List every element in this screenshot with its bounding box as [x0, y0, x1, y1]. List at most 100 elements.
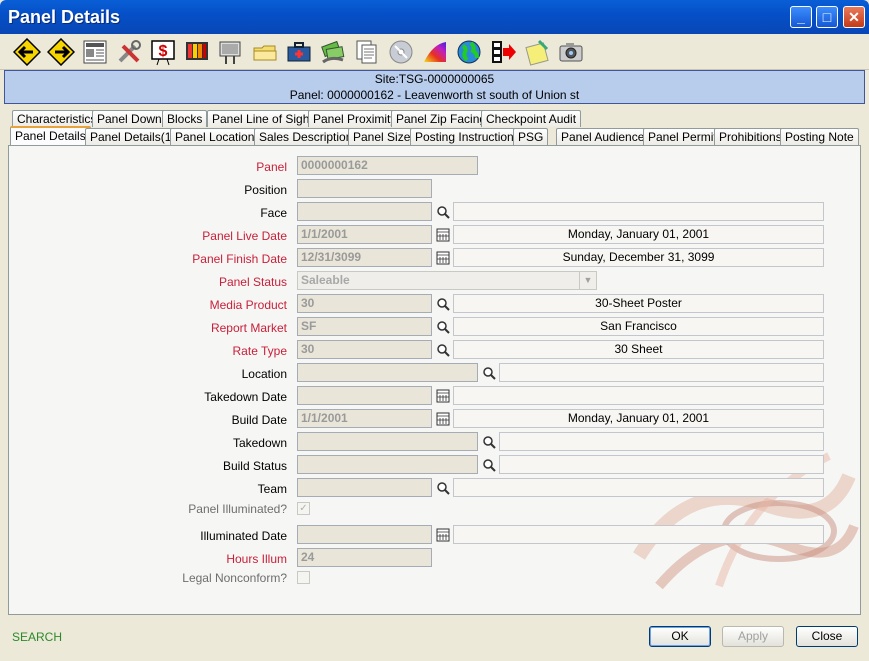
illuminated-checkbox[interactable]: ✓ — [297, 502, 310, 515]
billboard-icon[interactable] — [216, 37, 246, 67]
tools-icon[interactable] — [114, 37, 144, 67]
report-market-field[interactable]: SF — [297, 317, 432, 336]
location-field[interactable] — [297, 363, 478, 382]
team-field[interactable] — [297, 478, 432, 497]
takedown-date-calendar-icon[interactable] — [434, 386, 452, 405]
title-bar[interactable]: Panel Details _ □ ✕ — [0, 0, 869, 34]
team-search-icon[interactable] — [434, 478, 452, 497]
legal-nonconform-checkbox[interactable] — [297, 571, 310, 584]
live-date-calendar-icon[interactable] — [434, 225, 452, 244]
chevron-down-icon[interactable]: ▼ — [579, 272, 596, 289]
close-button[interactable]: Close — [796, 626, 858, 647]
build-status-search-icon[interactable] — [480, 455, 498, 474]
illuminated-date-calendar-icon[interactable] — [434, 525, 452, 544]
panel-details-form: Panel 0000000162 Position Face Panel Liv… — [8, 145, 861, 615]
medical-kit-icon[interactable] — [284, 37, 314, 67]
tab-panel-location[interactable]: Panel Location — [170, 128, 260, 145]
status-label: Panel Status — [218, 275, 287, 289]
status-selected-value: Saleable — [301, 273, 350, 287]
illuminated-date-field[interactable] — [297, 525, 432, 544]
status-select[interactable]: Saleable ▼ — [297, 271, 597, 290]
build-date-calendar-icon[interactable] — [434, 409, 452, 428]
tab-panel-permit[interactable]: Panel Permit — [643, 128, 722, 145]
takedown-search-icon[interactable] — [480, 432, 498, 451]
tab-sales-description[interactable]: Sales Description — [254, 128, 358, 145]
takedown-description — [499, 432, 824, 451]
tab-panel-line-of-sight[interactable]: Panel Line of Sight — [207, 110, 318, 127]
tab-posting-note[interactable]: Posting Note — [780, 128, 859, 145]
face-field[interactable] — [297, 202, 432, 221]
takedown-field[interactable] — [297, 432, 478, 451]
rate-type-description: 30 Sheet — [453, 340, 824, 359]
tab-panel-size[interactable]: Panel Size — [348, 128, 416, 145]
face-label: Face — [260, 206, 287, 220]
notepad-icon[interactable] — [522, 37, 552, 67]
toolbar: $ — [0, 34, 869, 70]
minimize-button[interactable]: _ — [790, 6, 812, 28]
build-status-field[interactable] — [297, 455, 478, 474]
build-date-description: Monday, January 01, 2001 — [453, 409, 824, 428]
tab-posting-instructions[interactable]: Posting Instructions — [410, 128, 525, 145]
tab-panel-details[interactable]: Panel Details — [10, 126, 91, 145]
color-gradient-icon[interactable] — [420, 37, 450, 67]
rate-type-field[interactable]: 30 — [297, 340, 432, 359]
takedown-date-field[interactable] — [297, 386, 432, 405]
site-panel-header: Site:TSG-0000000065 Panel: 0000000162 - … — [4, 70, 865, 104]
tab-panel-details-1[interactable]: Panel Details(1) — [85, 128, 181, 145]
position-field[interactable] — [297, 179, 432, 198]
folder-icon[interactable] — [250, 37, 280, 67]
location-description — [499, 363, 824, 382]
live-date-label: Panel Live Date — [202, 229, 287, 243]
cash-hand-icon[interactable] — [318, 37, 348, 67]
close-window-button[interactable]: ✕ — [843, 6, 865, 28]
report-market-label: Report Market — [210, 321, 287, 335]
build-date-label: Build Date — [231, 413, 287, 427]
tab-characteristics[interactable]: Characteristics — [12, 110, 102, 127]
rate-type-search-icon[interactable] — [434, 340, 452, 359]
media-product-description: 30-Sheet Poster — [453, 294, 824, 313]
tab-psg[interactable]: PSG — [513, 128, 549, 145]
tab-prohibitions[interactable]: Prohibitions — [714, 128, 787, 145]
ok-button[interactable]: OK — [649, 626, 711, 647]
legal-nonconform-label: Legal Nonconform? — [182, 571, 287, 585]
finish-date-calendar-icon[interactable] — [434, 248, 452, 267]
hours-illum-label: Hours Illum — [226, 552, 287, 566]
report-market-description: San Francisco — [453, 317, 824, 336]
live-date-description: Monday, January 01, 2001 — [453, 225, 824, 244]
forward-arrow-icon[interactable] — [46, 37, 76, 67]
panel-field[interactable]: 0000000162 — [297, 156, 478, 175]
location-search-icon[interactable] — [480, 363, 498, 382]
tab-panel-audience[interactable]: Panel Audience — [556, 128, 650, 145]
tab-blocks[interactable]: Blocks — [162, 110, 208, 127]
report-market-search-icon[interactable] — [434, 317, 452, 336]
media-product-field[interactable]: 30 — [297, 294, 432, 313]
takedown-label: Takedown — [232, 436, 287, 450]
face-search-icon[interactable] — [434, 202, 452, 221]
film-exit-icon[interactable] — [488, 37, 518, 67]
live-date-field[interactable]: 1/1/2001 — [297, 225, 432, 244]
site-label: Site:TSG-0000000065 — [374, 72, 495, 86]
money-icon[interactable]: $ — [148, 37, 178, 67]
camera-icon[interactable] — [556, 37, 586, 67]
documents-icon[interactable] — [352, 37, 382, 67]
maximize-button[interactable]: □ — [816, 6, 838, 28]
media-product-search-icon[interactable] — [434, 294, 452, 313]
tab-panel-proximity[interactable]: Panel Proximity — [308, 110, 402, 127]
build-date-field[interactable]: 1/1/2001 — [297, 409, 432, 428]
hours-illum-field[interactable]: 24 — [297, 548, 432, 567]
tab-checkpoint-audit[interactable]: Checkpoint Audit — [481, 110, 582, 127]
globe-icon[interactable] — [454, 37, 484, 67]
apply-button[interactable]: Apply — [722, 626, 784, 647]
takedown-date-description — [453, 386, 824, 405]
tab-panel-down[interactable]: Panel Down — [92, 110, 167, 127]
tab-panel-zip-facing[interactable]: Panel Zip Facing — [391, 110, 492, 127]
color-swatches-icon[interactable] — [182, 37, 212, 67]
illuminated-date-description — [453, 525, 824, 544]
disc-icon[interactable] — [386, 37, 416, 67]
rate-type-label: Rate Type — [232, 344, 287, 358]
newspaper-icon[interactable] — [80, 37, 110, 67]
face-description — [453, 202, 824, 221]
illuminated-date-label: Illuminated Date — [200, 529, 287, 543]
back-arrow-icon[interactable] — [12, 37, 42, 67]
finish-date-field[interactable]: 12/31/3099 — [297, 248, 432, 267]
